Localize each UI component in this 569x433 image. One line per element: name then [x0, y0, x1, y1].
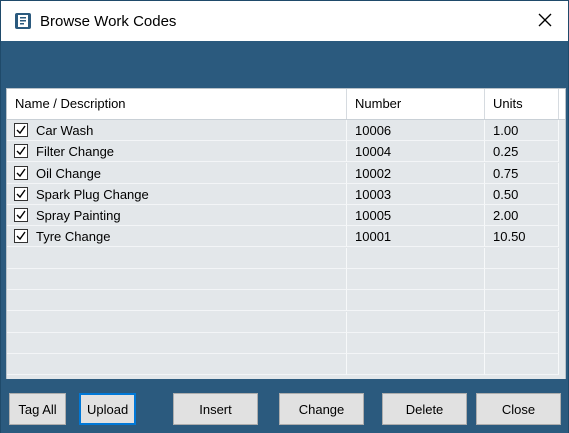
window-close-button[interactable] — [522, 1, 568, 41]
cell-number: 10004 — [347, 141, 485, 163]
cell-empty — [347, 247, 485, 269]
column-header-name[interactable]: Name / Description — [7, 89, 347, 119]
empty-row[interactable] — [7, 269, 565, 291]
cell-empty — [485, 247, 559, 269]
empty-row[interactable] — [7, 332, 565, 354]
title-bar: Browse Work Codes — [1, 1, 568, 41]
cell-empty — [485, 332, 559, 354]
cell-units: 2.00 — [485, 205, 559, 227]
cell-units: 0.75 — [485, 162, 559, 184]
check-icon — [16, 146, 26, 156]
row-checkbox[interactable] — [14, 144, 28, 159]
table-row[interactable]: Filter Change 10004 0.25 — [7, 141, 565, 163]
upload-button[interactable]: Upload — [79, 393, 136, 425]
work-code-name: Filter Change — [36, 144, 115, 160]
row-checkbox[interactable] — [14, 165, 28, 180]
work-codes-grid[interactable]: Name / Description Number Units Car Wash… — [6, 88, 566, 380]
cell-empty — [485, 269, 559, 291]
cell-empty — [7, 290, 347, 312]
tag-all-button[interactable]: Tag All — [9, 393, 66, 425]
cell-units: 0.50 — [485, 183, 559, 205]
cell-name: Spray Painting — [7, 205, 347, 227]
grid-header: Name / Description Number Units — [7, 89, 565, 120]
cell-number: 10006 — [347, 120, 485, 141]
cell-empty — [485, 354, 559, 376]
cell-empty — [347, 290, 485, 312]
work-code-name: Spark Plug Change — [36, 186, 149, 202]
cell-name: Tyre Change — [7, 226, 347, 248]
table-row[interactable]: Car Wash 10006 1.00 — [7, 120, 565, 141]
check-icon — [16, 125, 26, 135]
check-icon — [16, 189, 26, 198]
check-icon — [16, 210, 26, 220]
column-header-number[interactable]: Number — [347, 89, 485, 119]
change-button[interactable]: Change — [279, 393, 364, 425]
work-code-name: Spray Painting — [36, 208, 121, 224]
grid-rows: Car Wash 10006 1.00 Filter Change 10004 0.25 O… — [7, 120, 565, 376]
work-code-name: Tyre Change — [36, 229, 111, 245]
cell-name: Filter Change — [7, 141, 347, 163]
browse-work-codes-window: Browse Work Codes Name / Description Num… — [0, 0, 569, 433]
cell-empty — [347, 354, 485, 376]
empty-row[interactable] — [7, 290, 565, 312]
row-checkbox[interactable] — [14, 208, 28, 223]
delete-button[interactable]: Delete — [382, 393, 467, 425]
cell-name: Spark Plug Change — [7, 183, 347, 205]
cell-number: 10001 — [347, 226, 485, 248]
close-icon — [538, 13, 552, 30]
header-band — [1, 41, 568, 87]
cell-units: 10.50 — [485, 226, 559, 248]
work-code-name: Car Wash — [36, 123, 94, 138]
cell-empty — [347, 269, 485, 291]
table-row[interactable]: Spark Plug Change 10003 0.50 — [7, 183, 565, 205]
table-row[interactable]: Spray Painting 10005 2.00 — [7, 205, 565, 227]
cell-empty — [7, 332, 347, 354]
cell-empty — [7, 311, 347, 333]
empty-row[interactable] — [7, 247, 565, 269]
cell-empty — [485, 311, 559, 333]
cell-empty — [7, 269, 347, 291]
column-header-units[interactable]: Units — [485, 89, 559, 119]
empty-row[interactable] — [7, 354, 565, 376]
button-bar: Tag All Upload Insert Change Delete Clos… — [1, 379, 568, 433]
cell-empty — [7, 247, 347, 269]
table-row[interactable]: Oil Change 10002 0.75 — [7, 162, 565, 184]
insert-button[interactable]: Insert — [173, 393, 258, 425]
cell-empty — [347, 311, 485, 333]
row-checkbox[interactable] — [14, 229, 28, 244]
check-icon — [16, 232, 26, 241]
cell-units: 1.00 — [485, 120, 559, 141]
cell-empty — [485, 290, 559, 312]
close-button[interactable]: Close — [476, 393, 561, 425]
window-title: Browse Work Codes — [40, 13, 177, 30]
app-icon — [14, 12, 32, 30]
check-icon — [16, 168, 26, 177]
cell-name: Car Wash — [7, 120, 347, 141]
row-checkbox[interactable] — [14, 123, 28, 137]
cell-empty — [7, 354, 347, 376]
table-row[interactable]: Tyre Change 10001 10.50 — [7, 226, 565, 248]
cell-number: 10005 — [347, 205, 485, 227]
work-code-name: Oil Change — [36, 165, 102, 181]
row-checkbox[interactable] — [14, 186, 28, 201]
cell-empty — [347, 332, 485, 354]
cell-name: Oil Change — [7, 162, 347, 184]
cell-number: 10003 — [347, 183, 485, 205]
cell-number: 10002 — [347, 162, 485, 184]
empty-row[interactable] — [7, 311, 565, 333]
cell-units: 0.25 — [485, 141, 559, 163]
